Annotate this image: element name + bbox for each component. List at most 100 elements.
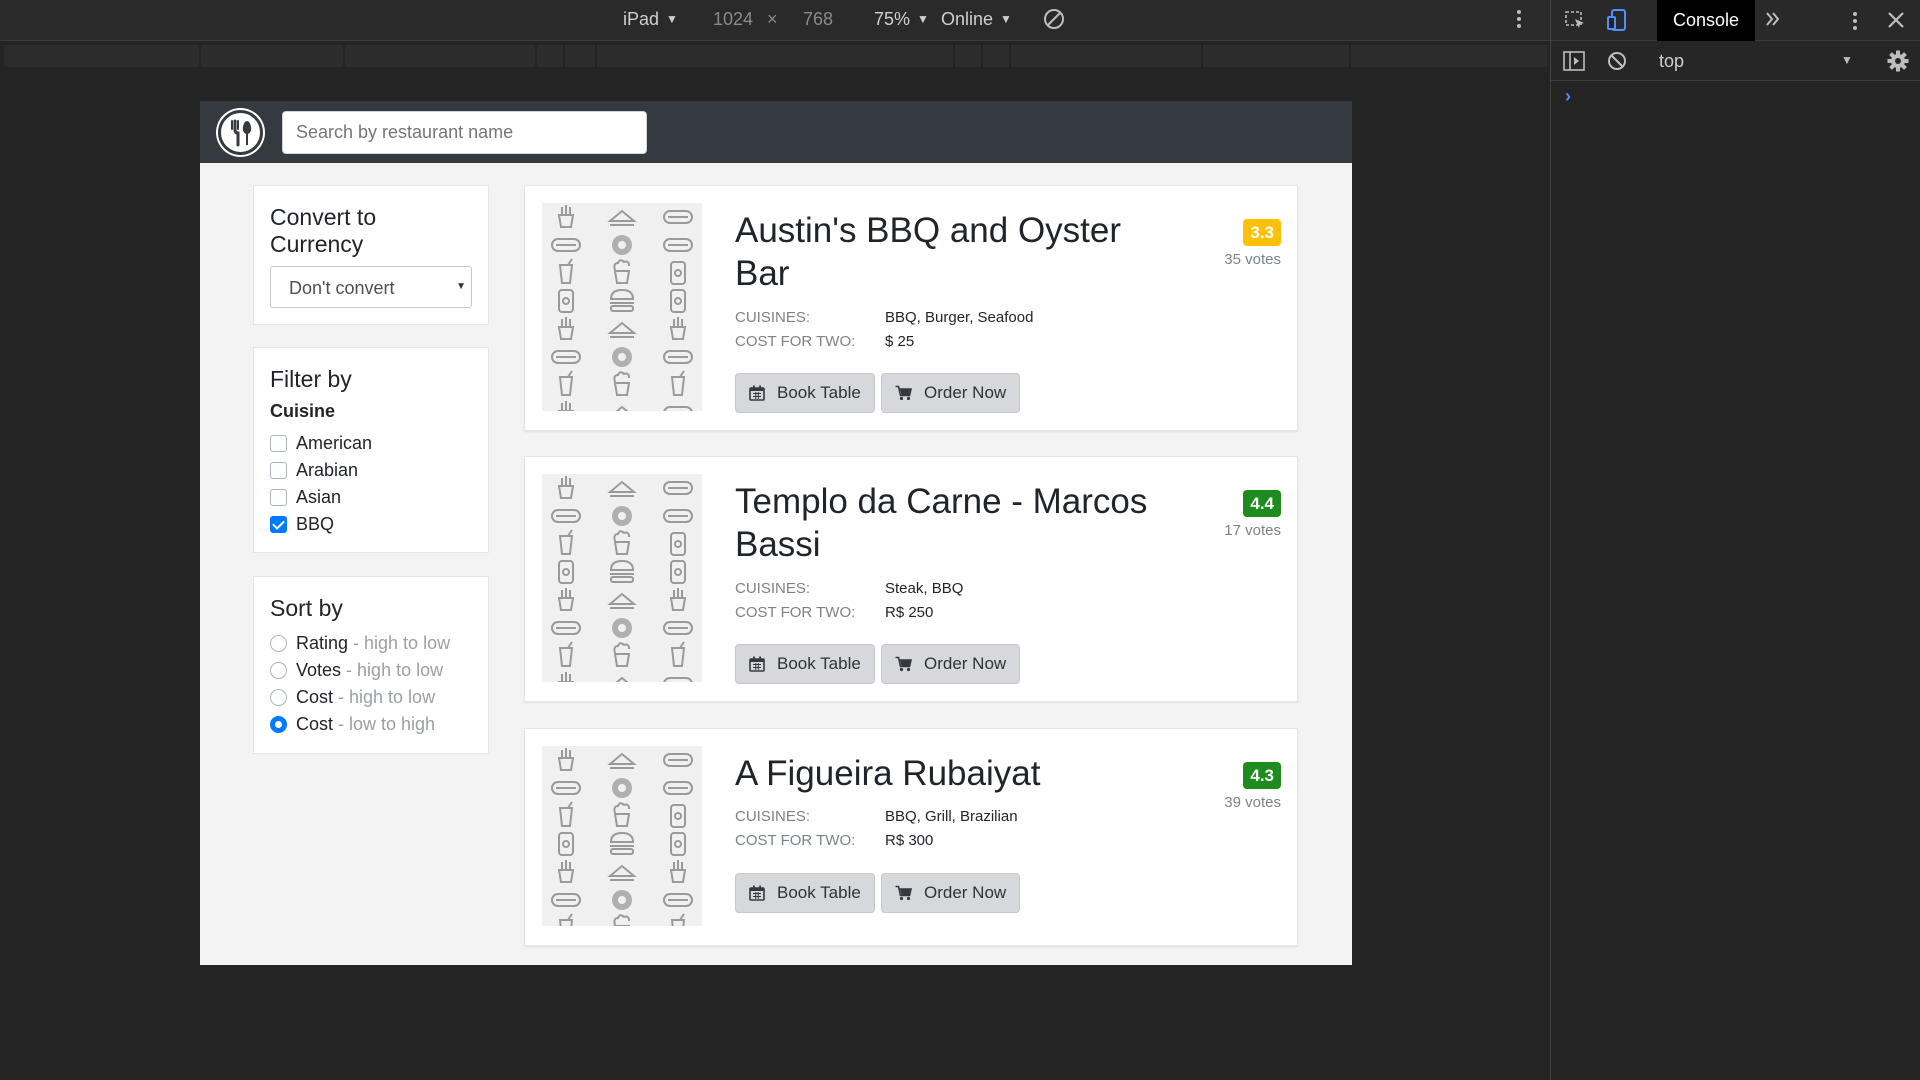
restaurant-name[interactable]: Templo da Carne - Marcos Bassi [735,480,1155,566]
filter-option-label: BBQ [296,513,335,534]
console-prompt[interactable]: › [1565,86,1571,107]
calendar-icon [749,385,765,401]
book-table-label: Book Table [777,654,861,673]
gear-icon[interactable] [1887,50,1909,75]
book-table-button[interactable]: Book Table [735,644,875,684]
radio[interactable] [270,661,287,679]
more-options-icon[interactable] [1852,10,1858,35]
devtools-tabbar: Console [1551,0,1920,41]
cuisines-label: CUISINES: [735,808,811,825]
radio[interactable] [270,688,287,706]
cost-value: R$ 300 [885,832,934,849]
console-toolbar: top ▼ [1551,41,1920,81]
checkbox[interactable] [270,488,287,506]
sort-option-label: Votes [296,659,342,680]
sort-option-label: Rating [296,632,349,653]
cost-value: R$ 250 [885,604,934,621]
cost-label: COST FOR TWO: [735,333,856,350]
zoom-select[interactable]: 75% ▼ [874,9,929,30]
filter-option-bbq[interactable]: BBQ [270,513,334,535]
close-icon[interactable] [1887,11,1905,32]
zoom-label: 75% [874,9,911,29]
sort-option-rating[interactable]: Rating - high to low [270,632,450,654]
fork-knife-logo-icon[interactable] [218,110,263,155]
book-table-label: Book Table [777,383,861,402]
cart-icon [895,885,912,901]
calendar-icon [749,656,765,672]
cuisines-value: BBQ, Burger, Seafood [885,309,1034,326]
media-query-ruler[interactable] [4,45,1548,67]
sort-option-cost-desc[interactable]: Cost - high to low [270,686,435,708]
book-table-button[interactable]: Book Table [735,373,875,413]
cart-icon [895,385,912,401]
rotate-icon[interactable] [1043,8,1065,35]
inspect-element-icon[interactable] [1565,11,1587,34]
checkbox[interactable] [270,461,287,479]
cost-row: COST FOR TWO: R$ 300 [735,829,933,852]
context-select[interactable]: top [1659,51,1684,72]
sort-option-votes[interactable]: Votes - high to low [270,659,443,681]
sort-option-hint: - high to low [338,686,436,707]
sort-option-label: Cost [296,713,334,734]
restaurant-name[interactable]: Austin's BBQ and Oyster Bar [735,209,1155,295]
filter-cuisine-heading: Cuisine [270,401,336,421]
checkbox[interactable] [270,434,287,452]
radio[interactable] [270,634,287,652]
rating-badge: 4.4 [1243,490,1281,517]
book-table-button[interactable]: Book Table [735,873,875,913]
filter-option-arabian[interactable]: Arabian [270,459,358,481]
sort-option-hint: - high to low [346,659,444,680]
tab-console[interactable]: Console [1657,0,1755,41]
sort-option-hint: - high to low [353,632,451,653]
more-tabs-icon[interactable] [1765,10,1781,31]
devtools-panel: Console top ▼ › [1550,0,1920,1080]
app-header [200,101,1352,163]
width-field[interactable]: 1024 [713,9,753,30]
restaurant-image [542,474,702,682]
sort-option-label: Cost [296,686,334,707]
filter-title: Filter by [270,366,352,392]
currency-title: Convert to Currency [270,204,377,257]
clear-console-icon[interactable] [1607,51,1627,74]
filter-option-american[interactable]: American [270,432,372,454]
currency-panel: Convert to Currency Don't convert ▼ [253,185,489,325]
order-now-label: Order Now [924,383,1007,402]
votes-count: 39 votes [1224,794,1281,811]
order-now-label: Order Now [924,883,1007,902]
search-input[interactable] [282,111,647,154]
network-label: Online [941,9,994,29]
emulated-viewport: Convert to Currency Don't convert ▼ Filt… [200,101,1352,965]
cost-label: COST FOR TWO: [735,832,856,849]
cuisines-row: CUISINES: BBQ, Burger, Seafood [735,306,1033,329]
book-table-label: Book Table [777,883,861,902]
device-toggle-icon[interactable] [1607,9,1627,34]
order-now-button[interactable]: Order Now [881,373,1021,413]
order-now-button[interactable]: Order Now [881,873,1021,913]
height-field[interactable]: 768 [803,9,833,30]
caret-down-icon: ▼ [666,12,678,26]
network-select[interactable]: Online ▼ [941,9,1012,30]
cuisines-label: CUISINES: [735,580,811,597]
more-options-icon[interactable] [1516,8,1522,35]
sidebar-toggle-icon[interactable] [1563,51,1585,74]
currency-select[interactable]: Don't convert ▼ [270,266,472,308]
filter-option-asian[interactable]: Asian [270,486,341,508]
filter-option-label: Arabian [296,459,359,480]
radio-selected[interactable] [270,715,287,733]
order-now-button[interactable]: Order Now [881,644,1021,684]
cuisines-value: Steak, BBQ [885,580,964,597]
caret-down-icon: ▼ [917,12,929,26]
restaurant-name[interactable]: A Figueira Rubaiyat [735,752,1155,795]
sort-option-cost-asc[interactable]: Cost - low to high [270,713,435,735]
cost-row: COST FOR TWO: R$ 250 [735,601,933,624]
votes-count: 17 votes [1224,522,1281,539]
checkbox-checked[interactable] [270,515,287,533]
cost-value: $ 25 [885,333,915,350]
device-label: iPad [623,9,660,29]
cost-label: COST FOR TWO: [735,604,856,621]
restaurant-image [542,746,702,926]
cuisines-value: BBQ, Grill, Brazilian [885,808,1018,825]
calendar-icon [749,885,765,901]
caret-down-icon[interactable]: ▼ [1841,54,1853,66]
device-select[interactable]: iPad ▼ [623,9,678,30]
